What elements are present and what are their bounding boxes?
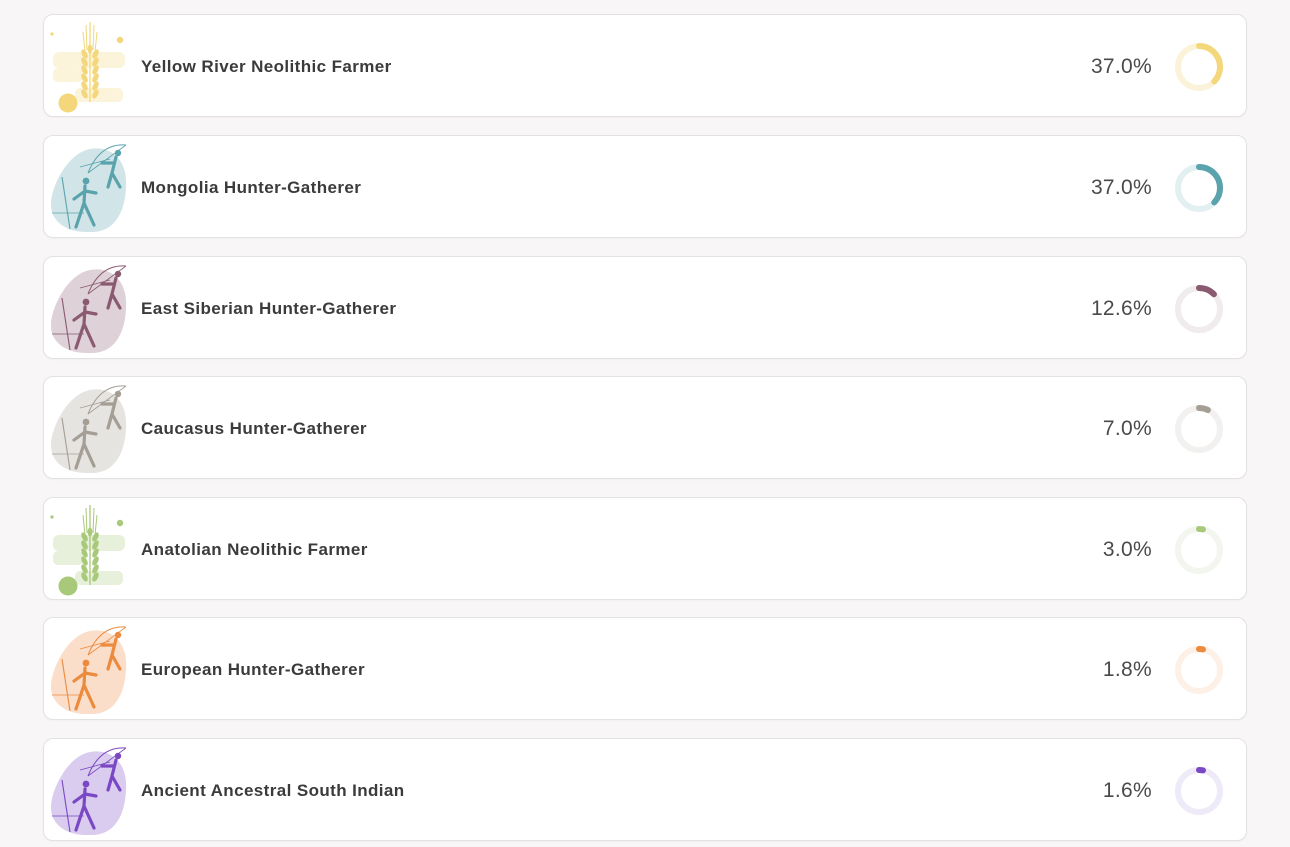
population-card-european[interactable]: European Hunter-Gatherer 1.8% <box>43 617 1247 720</box>
population-card-south-indian[interactable]: Ancient Ancestral South Indian 1.6% <box>43 738 1247 841</box>
population-percent: 7.0% <box>1102 417 1152 440</box>
wheat-icon <box>50 20 130 113</box>
population-name: Ancient Ancestral South Indian <box>141 781 405 800</box>
percent-ring <box>1172 523 1226 577</box>
percent-ring <box>1172 764 1226 818</box>
percent-ring <box>1172 161 1226 215</box>
population-name: European Hunter-Gatherer <box>141 660 366 679</box>
percent-ring <box>1172 643 1226 697</box>
population-name: Caucasus Hunter-Gatherer <box>141 419 367 438</box>
ancestry-composition-list: Yellow River Neolithic Farmer 37.0% Mong… <box>0 0 1290 847</box>
percent-ring <box>1172 282 1226 336</box>
wheat-icon <box>50 503 130 596</box>
population-card-yellow-river[interactable]: Yellow River Neolithic Farmer 37.0% <box>43 14 1247 117</box>
population-card-anatolian[interactable]: Anatolian Neolithic Farmer 3.0% <box>43 497 1247 600</box>
percent-ring <box>1172 40 1226 94</box>
population-percent: 37.0% <box>1090 55 1152 78</box>
population-percent: 1.6% <box>1102 779 1152 802</box>
percent-ring <box>1172 402 1226 456</box>
hunters-icon <box>50 141 130 234</box>
population-name: Mongolia Hunter-Gatherer <box>141 178 362 197</box>
population-percent: 3.0% <box>1102 538 1152 561</box>
population-card-east-siberian[interactable]: East Siberian Hunter-Gatherer 12.6% <box>43 256 1247 359</box>
population-name: Yellow River Neolithic Farmer <box>141 57 392 76</box>
population-name: Anatolian Neolithic Farmer <box>141 540 368 559</box>
population-percent: 12.6% <box>1090 297 1152 320</box>
hunters-icon <box>50 382 130 475</box>
hunters-icon <box>50 623 130 716</box>
population-name: East Siberian Hunter-Gatherer <box>141 299 397 318</box>
hunters-icon <box>50 744 130 837</box>
population-card-caucasus[interactable]: Caucasus Hunter-Gatherer 7.0% <box>43 376 1247 479</box>
hunters-icon <box>50 262 130 355</box>
population-percent: 37.0% <box>1090 176 1152 199</box>
population-percent: 1.8% <box>1102 658 1152 681</box>
population-card-mongolia[interactable]: Mongolia Hunter-Gatherer 37.0% <box>43 135 1247 238</box>
